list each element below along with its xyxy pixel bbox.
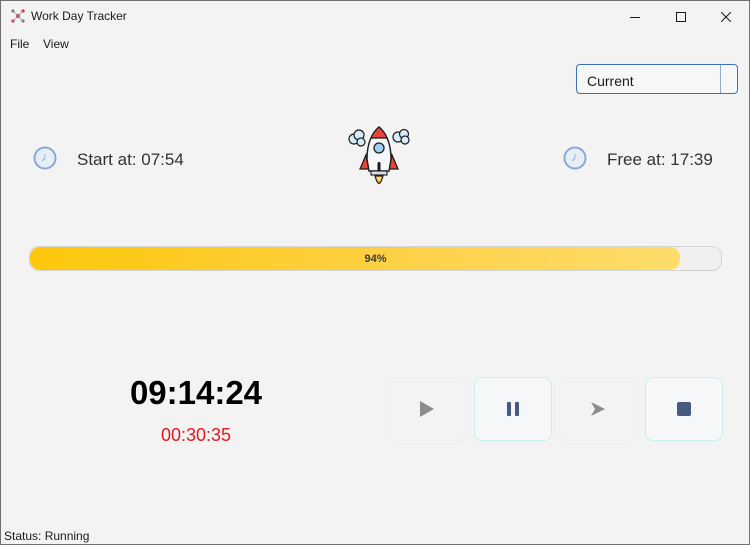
workday-progress-bar: 94% <box>29 246 722 271</box>
next-button[interactable] <box>559 377 637 441</box>
minimize-button[interactable] <box>612 1 658 32</box>
maximize-button[interactable] <box>658 1 704 32</box>
menu-view[interactable]: View <box>43 37 69 51</box>
rocket-icon <box>348 126 410 185</box>
play-icon <box>420 401 434 417</box>
pause-button[interactable] <box>474 377 552 441</box>
next-icon <box>591 402 605 416</box>
overtime-remaining: 00:30:35 <box>160 425 232 445</box>
play-button[interactable] <box>388 377 466 441</box>
dropdown-divider <box>720 65 721 93</box>
start-clock-icon <box>33 146 57 170</box>
period-dropdown[interactable]: Current <box>576 64 738 94</box>
start-time-label: Start at: 07:54 <box>77 150 184 169</box>
app-logo-icon <box>11 9 25 23</box>
maximize-icon <box>676 11 686 22</box>
free-time-label: Free at: 17:39 <box>607 150 713 169</box>
app-window: Work Day Tracker File View Current Start… <box>0 0 750 545</box>
menu-file[interactable]: File <box>10 37 29 51</box>
close-button[interactable] <box>703 1 749 32</box>
close-icon <box>721 11 731 22</box>
period-dropdown-value: Current <box>587 73 634 89</box>
menu-bar: File View <box>1 32 749 54</box>
window-title: Work Day Tracker <box>31 9 127 23</box>
elapsed-time: 09:14:24 <box>129 374 263 411</box>
title-bar[interactable]: Work Day Tracker <box>1 1 749 32</box>
status-bar-text: Status: Running <box>4 529 90 543</box>
stop-button[interactable] <box>645 377 723 441</box>
stop-icon <box>677 402 691 416</box>
progress-label: 94% <box>364 253 387 265</box>
free-clock-icon <box>563 146 587 170</box>
minimize-icon <box>630 16 640 18</box>
pause-icon <box>507 402 519 416</box>
